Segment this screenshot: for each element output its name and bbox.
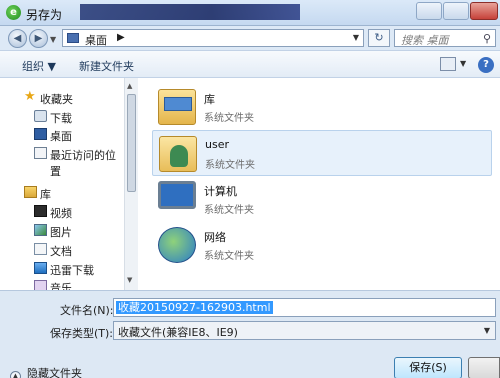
scroll-up-icon[interactable]: ▲ <box>127 82 132 90</box>
file-type: 系统文件夹 <box>204 113 254 124</box>
maximize-button[interactable] <box>443 2 469 20</box>
sidebar-item-music[interactable]: 音乐 <box>0 279 124 290</box>
navigation-scrollbar[interactable]: ▲ ▼ <box>124 78 138 290</box>
file-name: 网络 <box>204 231 226 244</box>
scrollbar-thumb[interactable] <box>127 94 136 192</box>
desktop-icon <box>34 128 47 140</box>
minimize-button[interactable] <box>416 2 442 20</box>
toolbar: 组织 ▼ 新建文件夹 ▼ ? <box>0 50 500 78</box>
sidebar-item-label: 音乐 <box>50 282 72 290</box>
forward-button[interactable]: ▶ <box>29 29 48 48</box>
download-icon <box>34 110 47 122</box>
sidebar-item-label: 下载 <box>50 112 72 125</box>
view-dropdown-icon[interactable]: ▼ <box>460 59 466 68</box>
cancel-button[interactable] <box>468 357 500 378</box>
library-folder-icon <box>158 89 196 125</box>
window-title: 另存为 <box>26 8 63 22</box>
collapse-icon: ▲ <box>10 371 21 378</box>
address-location[interactable]: 桌面 <box>85 32 107 48</box>
file-type: 系统文件夹 <box>204 251 254 262</box>
sidebar-item-label: 最近访问的位置 <box>50 149 116 178</box>
filename-label: 文件名(N): <box>60 304 114 317</box>
chevron-right-icon[interactable]: ▶ <box>117 32 125 43</box>
hide-folders-label: 隐藏文件夹 <box>27 367 82 378</box>
save-form: 文件名(N): 收藏20150927-162903.html 保存类型(T): … <box>0 290 500 378</box>
filename-value[interactable]: 收藏20150927-162903.html <box>116 301 273 314</box>
sidebar-group-label: 收藏夹 <box>40 93 73 106</box>
sidebar-item-label: 图片 <box>50 226 72 239</box>
sidebar-item-desktop[interactable]: 桌面 <box>0 127 124 143</box>
sidebar-item-label: 桌面 <box>50 130 72 143</box>
video-icon <box>34 205 47 217</box>
file-type: 系统文件夹 <box>204 205 254 216</box>
address-bar[interactable]: 桌面 ▶ ▼ <box>62 29 364 47</box>
sidebar-item-downloads[interactable]: 下载 <box>0 109 124 125</box>
sidebar-group-favorites[interactable]: ★ 收藏夹 <box>0 90 124 106</box>
sidebar-item-videos[interactable]: 视频 <box>0 204 124 220</box>
help-icon[interactable]: ? <box>478 57 494 73</box>
sidebar-group-libraries[interactable]: 库 <box>0 185 124 201</box>
address-row: ◀ ▶ ▼ 桌面 ▶ ▼ ↻ 搜索 桌面 ⚲ <box>0 26 500 50</box>
recent-places-icon <box>34 147 47 159</box>
save-button[interactable]: 保存(S) <box>394 357 462 378</box>
sidebar-item-pictures[interactable]: 图片 <box>0 223 124 239</box>
list-item[interactable]: 网络 系统文件夹 <box>152 222 492 268</box>
search-placeholder: 搜索 桌面 <box>401 34 449 47</box>
sidebar-item-recent-places[interactable]: 最近访问的位置 <box>0 146 124 178</box>
user-folder-icon <box>159 136 197 172</box>
hide-folders-toggle[interactable]: ▲ 隐藏文件夹 <box>10 365 82 378</box>
back-button[interactable]: ◀ <box>8 29 27 48</box>
sidebar-item-documents[interactable]: 文档 <box>0 242 124 258</box>
search-input[interactable]: 搜索 桌面 ⚲ <box>394 29 496 47</box>
filetype-label: 保存类型(T): <box>50 327 114 340</box>
new-folder-button[interactable]: 新建文件夹 <box>79 58 134 74</box>
file-name: 库 <box>204 93 215 106</box>
list-item[interactable]: 计算机 系统文件夹 <box>152 176 492 222</box>
pictures-icon <box>34 224 47 236</box>
close-button[interactable] <box>470 2 498 20</box>
sidebar-item-label: 文档 <box>50 245 72 258</box>
recent-locations-dropdown[interactable]: ▼ <box>50 35 56 44</box>
list-item[interactable]: 库 系统文件夹 <box>152 84 492 130</box>
view-options-icon[interactable] <box>440 57 456 71</box>
filetype-value: 收藏文件(兼容IE8、IE9) <box>118 326 238 339</box>
thunder-download-icon <box>34 262 47 274</box>
address-dropdown-icon[interactable]: ▼ <box>353 33 359 42</box>
music-icon <box>34 280 47 290</box>
list-item[interactable]: user 系统文件夹 <box>152 130 492 176</box>
computer-icon <box>158 181 196 209</box>
browser-logo-icon: e <box>6 5 21 20</box>
sidebar-item-label: 视频 <box>50 207 72 220</box>
desktop-icon <box>67 33 79 43</box>
file-list: 库 系统文件夹 user 系统文件夹 计算机 系统文件夹 网络 系统文件夹 <box>138 78 500 290</box>
filename-field[interactable]: 收藏20150927-162903.html <box>113 298 496 317</box>
filetype-select[interactable]: 收藏文件(兼容IE8、IE9) ▼ <box>113 321 496 340</box>
search-icon[interactable]: ⚲ <box>483 32 491 45</box>
title-bar: e 另存为 <box>0 0 500 26</box>
file-type: 系统文件夹 <box>205 160 255 171</box>
obscured-title-region <box>80 4 300 20</box>
scroll-down-icon[interactable]: ▼ <box>127 276 132 284</box>
file-name: user <box>205 138 229 151</box>
star-icon: ★ <box>24 89 36 104</box>
refresh-button[interactable]: ↻ <box>368 29 390 47</box>
sidebar-item-label: 迅雷下载 <box>50 264 94 277</box>
navigation-pane: ★ 收藏夹 下载 桌面 最近访问的位置 库 视频 图片 文档 迅雷下载 音乐 <box>0 78 124 290</box>
organize-menu-button[interactable]: 组织 ▼ <box>22 58 56 74</box>
sidebar-item-thunder-download[interactable]: 迅雷下载 <box>0 261 124 277</box>
documents-icon <box>34 243 47 255</box>
network-icon <box>158 227 196 263</box>
sidebar-group-label: 库 <box>40 188 51 201</box>
library-icon <box>24 186 37 198</box>
file-name: 计算机 <box>204 185 237 198</box>
chevron-down-icon[interactable]: ▼ <box>484 326 490 335</box>
